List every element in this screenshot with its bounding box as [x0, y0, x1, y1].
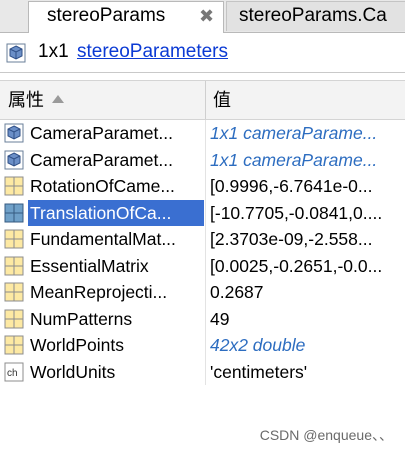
property-name: FundamentalMat... [30, 229, 176, 249]
table-row[interactable]: WorldPoints 42x2 double [0, 332, 405, 359]
property-list: CameraParamet... 1x1 cameraParame... Cam… [0, 120, 405, 385]
property-value: [0.0025,-0.2651,-0.0... [210, 255, 383, 276]
column-header-value[interactable]: 值 [213, 81, 231, 119]
matrix-icon [4, 282, 24, 302]
matrix-icon [4, 335, 24, 355]
property-value: 49 [210, 308, 230, 329]
object-icon [6, 43, 26, 63]
object-icon [4, 123, 24, 143]
property-name: NumPatterns [30, 308, 133, 329]
size-label: 1x1 [38, 41, 69, 62]
svg-text:ch: ch [7, 368, 18, 379]
property-value: 42x2 double [210, 335, 306, 355]
table-row[interactable]: EssentialMatrix [0.0025,-0.2651,-0.0... [0, 253, 405, 280]
property-value: [-10.7705,-0.0841,0.... [210, 202, 383, 223]
variable-summary: 1x1 stereoParameters [0, 33, 405, 73]
property-value: 1x1 cameraParame... [210, 123, 378, 143]
table-row[interactable]: FundamentalMat... [2.3703e-09,-2.558... [0, 226, 405, 253]
matrix-icon [4, 203, 24, 222]
table-row[interactable]: NumPatterns 49 [0, 306, 405, 333]
property-value: 'centimeters' [210, 361, 308, 382]
property-name: CameraParamet... [30, 149, 173, 170]
watermark: CSDN @enqueue、、 [259, 427, 393, 443]
table-row[interactable]: TranslationOfCa... [-10.7705,-0.0841,0..… [0, 199, 405, 227]
matrix-icon [4, 229, 24, 249]
property-name: WorldUnits [30, 361, 116, 382]
column-header-property[interactable]: 属性 [8, 81, 44, 119]
property-name: CameraParamet... [30, 123, 173, 143]
divider [0, 72, 405, 73]
property-value: [2.3703e-09,-2.558... [210, 229, 373, 249]
property-name: EssentialMatrix [30, 255, 149, 276]
property-value: 1x1 cameraParame... [210, 149, 378, 170]
matrix-icon [4, 309, 24, 328]
property-name: WorldPoints [30, 335, 125, 355]
tab-stereoparams[interactable]: stereoParams ✖ [28, 1, 224, 33]
property-value: [0.9996,-6.7641e-0... [210, 176, 373, 196]
close-icon[interactable]: ✖ [199, 2, 214, 30]
tab-label: stereoParams [47, 5, 166, 26]
matrix-icon [4, 176, 24, 196]
object-icon [4, 150, 24, 169]
char-icon: ch [4, 362, 24, 381]
matrix-icon [4, 256, 24, 275]
sort-ascending-icon[interactable] [52, 95, 64, 103]
table-row[interactable]: MeanReprojecti... 0.2687 [0, 279, 405, 306]
column-divider[interactable] [205, 81, 206, 119]
tab-stereoparams-camera[interactable]: stereoParams.Ca [226, 1, 405, 31]
property-name: RotationOfCame... [30, 176, 175, 196]
property-value: 0.2687 [210, 282, 264, 302]
table-header: 属性 值 [0, 80, 405, 120]
tab-bar: stereoParams ✖ stereoParams.Ca [0, 0, 405, 33]
property-name: TranslationOfCa... [28, 199, 204, 226]
table-row[interactable]: ch WorldUnits 'centimeters' [0, 359, 405, 386]
property-name: MeanReprojecti... [30, 282, 168, 302]
class-link[interactable]: stereoParameters [77, 41, 228, 63]
table-row[interactable]: CameraParamet... 1x1 cameraParame... [0, 147, 405, 174]
table-row[interactable]: RotationOfCame... [0.9996,-6.7641e-0... [0, 173, 405, 200]
table-row[interactable]: CameraParamet... 1x1 cameraParame... [0, 120, 405, 147]
tab-label: stereoParams.Ca [239, 5, 387, 26]
